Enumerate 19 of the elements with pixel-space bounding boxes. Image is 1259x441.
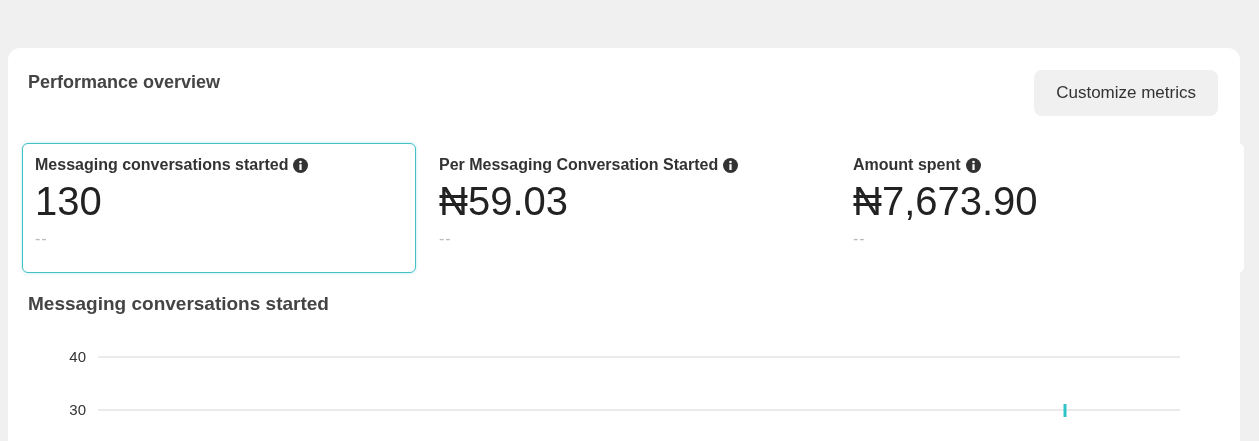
metric-label: Amount spent	[853, 156, 961, 174]
info-icon[interactable]	[293, 157, 309, 173]
panel-title: Performance overview	[28, 72, 221, 93]
metric-card[interactable]: Messaging conversations started 130 --	[22, 143, 416, 273]
axis-label: 30	[69, 401, 86, 417]
metric-comparison: --	[439, 230, 453, 248]
chart-line	[1063, 404, 1067, 417]
metric-comparison: --	[853, 230, 867, 248]
metric-value: 130	[35, 178, 103, 224]
chart-title: Messaging conversations started	[28, 293, 330, 315]
metric-value: ₦7,673.90	[853, 178, 1039, 224]
axis-label: 40	[69, 348, 86, 365]
metric-label: Messaging conversations started	[35, 156, 289, 174]
info-icon[interactable]	[965, 157, 981, 173]
metric-label: Per Messaging Conversation Started	[439, 156, 719, 174]
info-icon[interactable]	[723, 157, 739, 173]
metric-comparison: --	[35, 230, 49, 248]
customize-metrics-button[interactable]: Customize metrics	[1034, 70, 1218, 116]
metric-value: ₦59.03	[439, 178, 569, 224]
